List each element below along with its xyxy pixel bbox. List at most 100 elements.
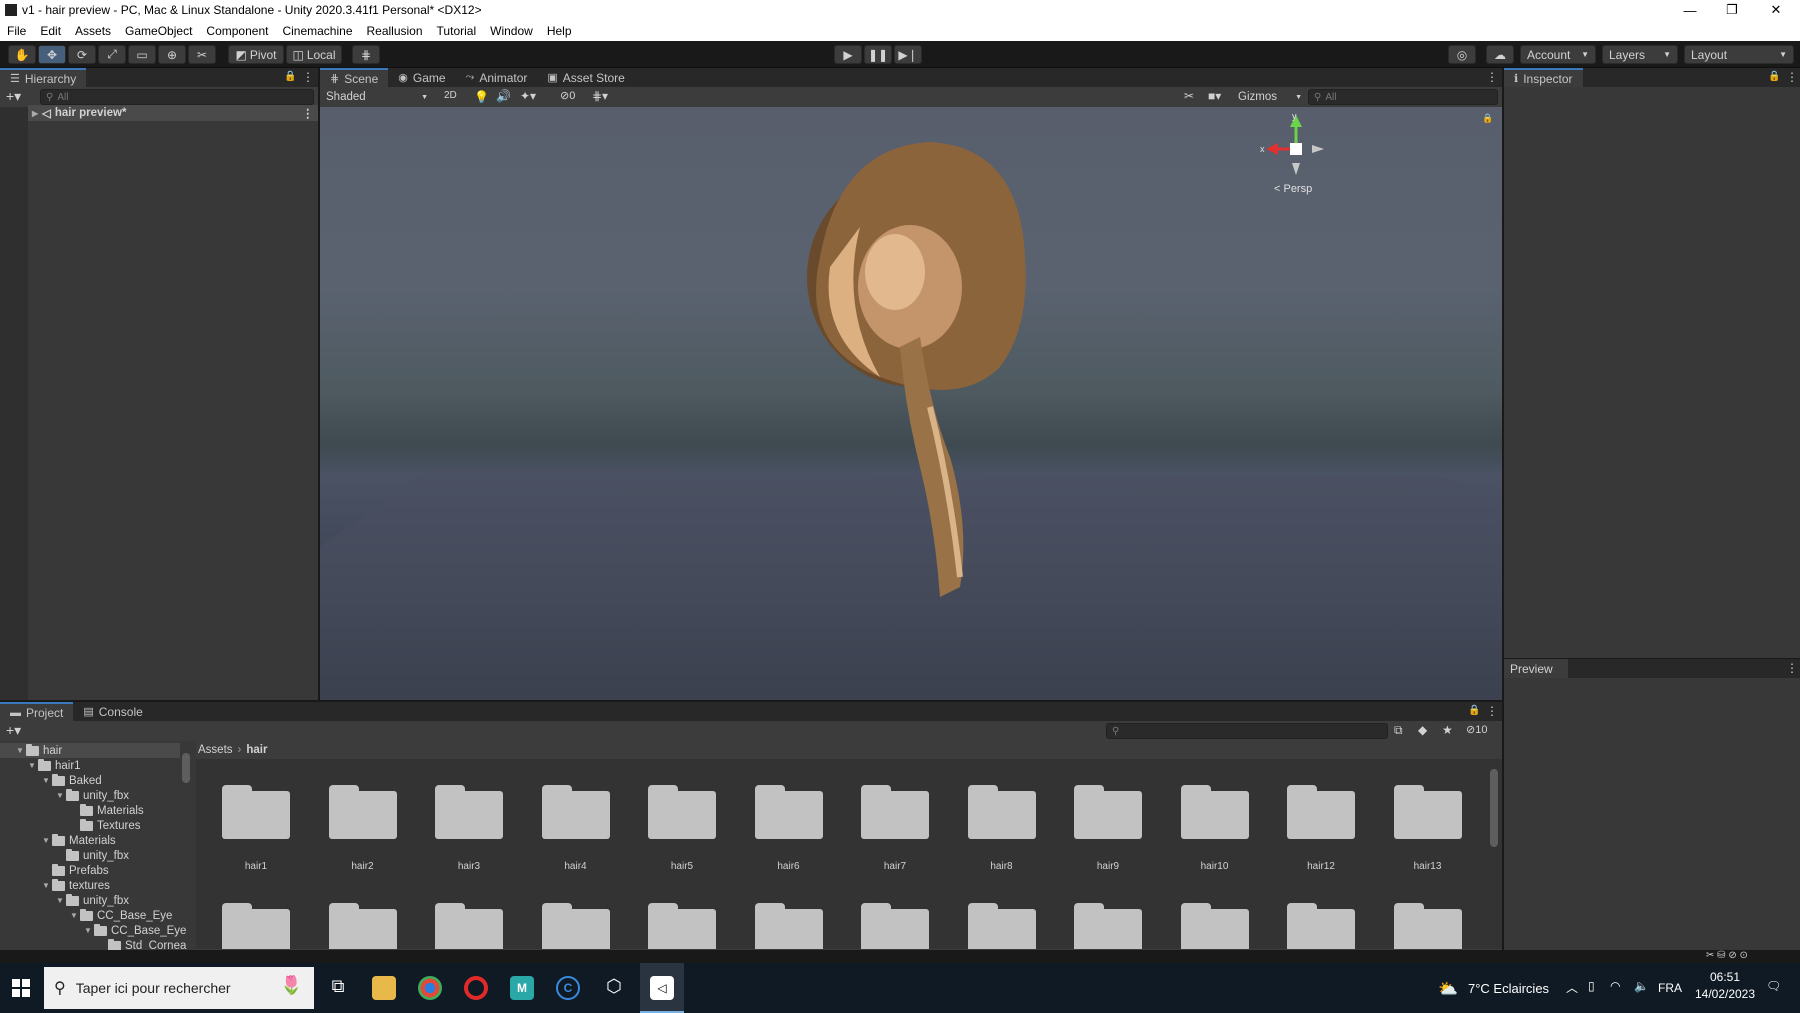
asset-scrollbar[interactable]	[1490, 769, 1498, 847]
hand-tool-icon[interactable]: ✋	[8, 45, 36, 64]
tree-item[interactable]: ▼ Baked	[28, 773, 102, 788]
filter-type-icon[interactable]: ⧉	[1394, 723, 1403, 738]
tab-animator[interactable]: ⤳ Animator	[456, 68, 538, 87]
add-icon[interactable]: +▾	[6, 88, 21, 105]
2d-toggle[interactable]: 2D	[444, 90, 457, 101]
unity-hub-icon[interactable]: ⬡	[602, 976, 626, 1000]
label-icon[interactable]: ◆	[1418, 723, 1427, 737]
status-icons[interactable]: ✂ ⛁ ⊘ ⊙	[1706, 950, 1748, 961]
gizmos-dropdown[interactable]: Gizmos ▼	[1238, 89, 1302, 105]
folder-icon[interactable]	[861, 785, 929, 839]
tree-item[interactable]: ▼ textures	[28, 878, 110, 893]
clock[interactable]: 06:51 14/02/2023	[1690, 970, 1760, 1001]
account-dropdown[interactable]: Account ▼	[1520, 45, 1596, 64]
folder-icon[interactable]	[1180, 903, 1249, 949]
menu-tutorial[interactable]: Tutorial	[430, 24, 484, 38]
folder-icon[interactable]	[222, 903, 290, 949]
menu-help[interactable]: Help	[540, 24, 579, 38]
tab-console[interactable]: ▤ Console	[73, 702, 152, 721]
menu-gameobject[interactable]: GameObject	[118, 24, 199, 38]
camera-icon[interactable]: ■▾	[1208, 89, 1221, 103]
folder-icon[interactable]	[435, 903, 503, 949]
folder-icon[interactable]	[1074, 903, 1142, 949]
tree-item[interactable]: ▼ unity_fbx	[42, 788, 129, 803]
custom-tool-icon[interactable]: ✂	[188, 45, 216, 64]
lock-icon[interactable]: 🔒	[1468, 705, 1480, 716]
tree-item[interactable]: ▼ unity_fbx	[42, 893, 129, 908]
lock-icon[interactable]: 🔒	[284, 71, 296, 82]
breadcrumb-assets[interactable]: Assets	[198, 744, 233, 756]
transform-tool-icon[interactable]: ⊕	[158, 45, 186, 64]
scale-tool-icon[interactable]: ⤢	[98, 45, 126, 64]
tree-scrollbar[interactable]	[182, 753, 190, 783]
expand-arrow-icon[interactable]: ▼	[56, 896, 66, 905]
folder-icon[interactable]	[754, 785, 823, 839]
scene-search-input[interactable]: ⚲ All	[1308, 89, 1498, 105]
menu-assets[interactable]: Assets	[68, 24, 118, 38]
volume-icon[interactable]: 🔈	[1634, 979, 1649, 993]
minimize-button[interactable]: —	[1670, 0, 1710, 20]
scene-row[interactable]: ▶ ◁ hair preview* ⋮	[28, 105, 318, 121]
opera-icon[interactable]	[464, 976, 488, 1000]
folder-icon[interactable]	[967, 903, 1036, 949]
tree-item[interactable]: ▼ hair	[0, 743, 180, 758]
tab-game[interactable]: ◉ Game	[388, 68, 455, 87]
expand-arrow-icon[interactable]: ▼	[42, 836, 52, 845]
expand-arrow-icon[interactable]: ▼	[16, 746, 26, 755]
pause-button[interactable]: ❚❚	[864, 45, 892, 64]
notification-icon[interactable]: 🗨	[1766, 979, 1781, 993]
shading-mode-dropdown[interactable]: Shaded ▼	[322, 89, 432, 105]
lock-icon[interactable]: 🔒	[1768, 71, 1780, 82]
folder-icon[interactable]	[541, 903, 610, 949]
hidden-objects-toggle[interactable]: ⊘0	[560, 89, 575, 102]
tree-item[interactable]: ▼ CC_Base_Eye	[70, 923, 186, 938]
folder-icon[interactable]	[1393, 903, 1462, 949]
folder-icon[interactable]	[1287, 903, 1355, 949]
menu-cinemachine[interactable]: Cinemachine	[275, 24, 359, 38]
persp-label[interactable]: < Persp	[1274, 183, 1312, 195]
play-button[interactable]: ▶	[834, 45, 862, 64]
folder-icon[interactable]	[648, 903, 716, 949]
star-icon[interactable]: ★	[1442, 723, 1453, 737]
wifi-icon[interactable]: ◠	[1610, 979, 1620, 993]
grid-snap-icon[interactable]: ⋕	[352, 45, 380, 64]
tree-item[interactable]: Materials	[80, 803, 144, 818]
windows-start-icon[interactable]	[12, 979, 30, 997]
language-indicator[interactable]: FRA	[1658, 981, 1682, 995]
tab-project[interactable]: ▬ Project	[0, 702, 74, 721]
kebab-menu-icon[interactable]: ⋮	[1486, 704, 1498, 718]
folder-icon[interactable]	[1393, 785, 1462, 839]
folder-icon[interactable]	[861, 903, 929, 949]
expand-arrow-icon[interactable]: ▼	[84, 926, 94, 935]
rotate-tool-icon[interactable]: ⟳	[68, 45, 96, 64]
collab-icon[interactable]: ◎	[1448, 45, 1476, 64]
tab-hierarchy[interactable]: ☰ Hierarchy	[0, 68, 87, 87]
kebab-menu-icon[interactable]: ⋮	[1486, 70, 1498, 84]
file-explorer-icon[interactable]	[372, 976, 396, 1000]
folder-icon[interactable]	[1180, 785, 1249, 839]
tab-scene[interactable]: ⋕ Scene	[320, 68, 389, 87]
hierarchy-search-input[interactable]: ⚲ All	[40, 89, 314, 105]
effects-icon[interactable]: ✦▾	[520, 89, 536, 103]
tree-item[interactable]: Textures	[80, 818, 140, 833]
kebab-menu-icon[interactable]: ⋮	[302, 70, 314, 84]
move-tool-icon[interactable]: ✥	[38, 45, 66, 64]
folder-icon[interactable]	[222, 785, 290, 839]
step-button[interactable]: ▶❘	[894, 45, 922, 64]
project-search-input[interactable]: ⚲	[1106, 723, 1388, 739]
tab-asset-store[interactable]: ▣ Asset Store	[537, 68, 634, 87]
kebab-menu-icon[interactable]: ⋮	[1786, 70, 1798, 84]
weather-text[interactable]: 7°C Eclaircies	[1468, 981, 1549, 996]
local-toggle[interactable]: ◫ Local	[286, 45, 342, 64]
lighting-icon[interactable]: 💡	[474, 90, 489, 104]
tab-inspector[interactable]: ℹ Inspector	[1504, 68, 1583, 87]
close-button[interactable]: ✕	[1756, 0, 1796, 20]
tree-item[interactable]: unity_fbx	[66, 848, 129, 863]
layers-dropdown[interactable]: Layers ▼	[1602, 45, 1678, 64]
scene-viewport[interactable]: y x < Persp 🔒	[320, 107, 1502, 700]
expand-arrow-icon[interactable]: ▶	[32, 109, 42, 118]
menu-edit[interactable]: Edit	[33, 24, 68, 38]
folder-icon[interactable]	[1287, 785, 1355, 839]
menu-file[interactable]: File	[0, 24, 33, 38]
chrome-icon[interactable]	[418, 976, 442, 1000]
